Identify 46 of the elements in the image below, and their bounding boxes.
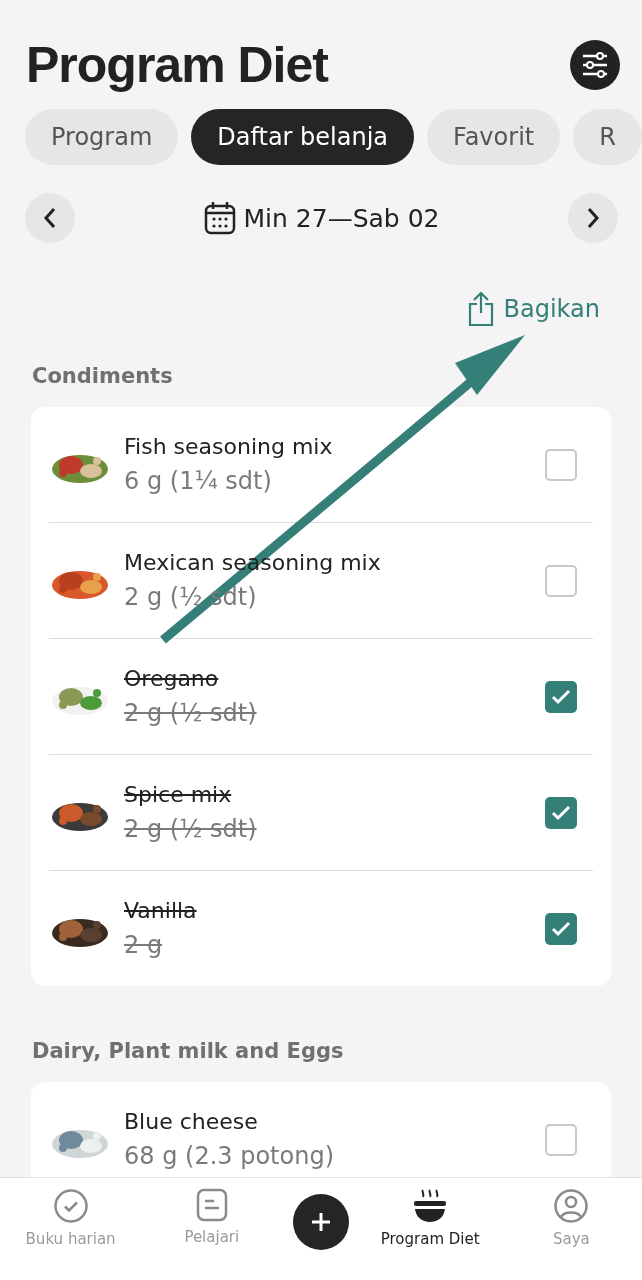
page-title: Program Diet xyxy=(26,36,328,94)
chevron-right-icon xyxy=(586,207,600,229)
share-button[interactable]: Bagikan xyxy=(467,291,600,327)
nav-label: Buku harian xyxy=(25,1230,116,1248)
tab[interactable]: R xyxy=(573,109,642,165)
item-name: Fish seasoning mix xyxy=(124,434,333,459)
next-button[interactable] xyxy=(568,193,618,243)
nav-label: Pelajari xyxy=(184,1228,240,1246)
profile-icon xyxy=(553,1188,590,1224)
check-circle-icon xyxy=(52,1188,89,1224)
checkmark-icon xyxy=(551,804,571,821)
plus-icon xyxy=(310,1212,331,1232)
item-name: Blue cheese xyxy=(124,1109,258,1134)
bowl-icon xyxy=(413,1188,448,1224)
calendar-icon xyxy=(203,201,236,235)
checkmark-icon xyxy=(551,688,571,705)
checkbox[interactable] xyxy=(545,680,577,713)
tab[interactable]: Daftar belanja xyxy=(191,109,415,165)
item-name: Vanilla xyxy=(124,898,197,923)
sliders-icon xyxy=(581,52,609,78)
share-icon xyxy=(467,291,494,327)
checkmark-icon xyxy=(551,920,571,937)
checkbox[interactable] xyxy=(545,1123,577,1156)
checkbox[interactable] xyxy=(545,796,577,829)
note-icon xyxy=(195,1188,228,1222)
settings-button[interactable] xyxy=(570,40,620,90)
item-amount: 2 g xyxy=(124,931,163,959)
item-amount: 6 g (1¼ sdt) xyxy=(124,467,272,495)
checkbox[interactable] xyxy=(545,564,577,597)
tab[interactable]: Favorit xyxy=(427,109,561,165)
item-amount: 2 g (½ sdt) xyxy=(124,815,257,843)
item-name: Spice mix xyxy=(124,782,232,807)
date-range: Min 27—Sab 02 xyxy=(243,203,440,233)
item-amount: 68 g (2.3 potong) xyxy=(124,1142,334,1170)
nav-label: Saya xyxy=(552,1230,590,1248)
tab[interactable]: Program xyxy=(25,109,179,165)
checkbox[interactable] xyxy=(545,448,577,481)
item-name: Oregano xyxy=(124,666,219,691)
nav-label: Program Diet xyxy=(380,1230,480,1248)
item-amount: 2 g (½ sdt) xyxy=(124,699,257,727)
section-heading: Dairy, Plant milk and Eggs xyxy=(31,1038,345,1065)
previous-button[interactable] xyxy=(25,193,75,243)
nav-item[interactable]: Program Diet xyxy=(370,1188,491,1248)
checkbox[interactable] xyxy=(545,912,577,945)
section-heading: Condiments xyxy=(31,363,174,390)
chevron-left-icon xyxy=(43,207,57,229)
